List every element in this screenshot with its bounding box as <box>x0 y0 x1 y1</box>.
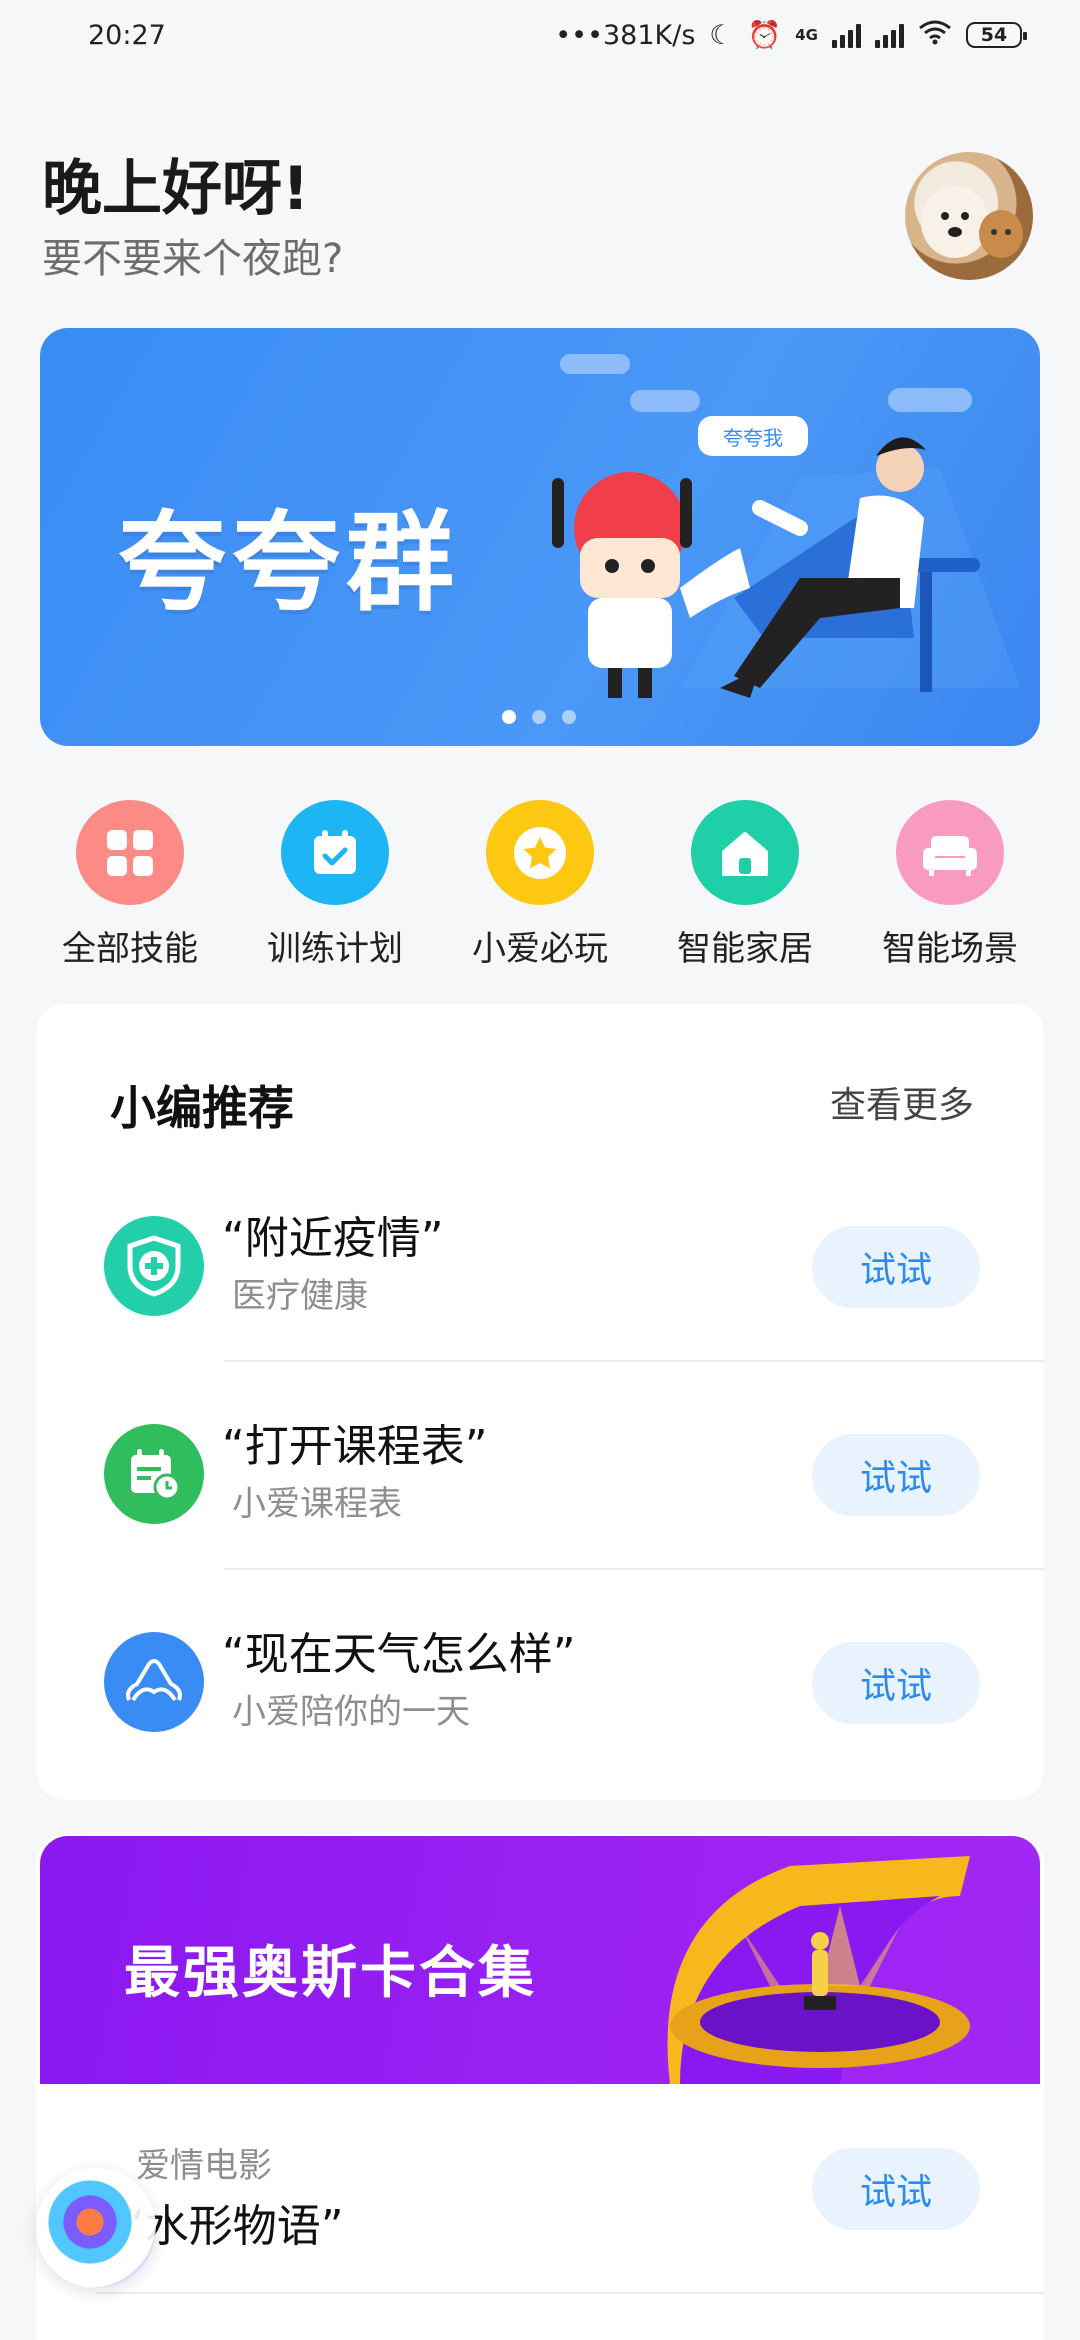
oscar-card: 最强奥斯卡合集 爱情电影 “水形物语” 试试 <box>36 1834 1044 2340</box>
wifi-icon <box>918 19 952 52</box>
recommend-item-subtitle: 医疗健康 <box>232 1276 368 1316</box>
grid-icon <box>76 800 184 905</box>
avatar[interactable] <box>905 152 1033 280</box>
status-time: 20:27 <box>88 19 166 51</box>
try-button[interactable]: 试试 <box>812 1434 980 1516</box>
quick-action-label: 全部技能 <box>62 929 198 969</box>
network-type: 4G <box>795 26 818 44</box>
see-more-link[interactable]: 查看更多 <box>830 1076 974 1128</box>
quick-action-label: 小爱必玩 <box>472 929 608 969</box>
banner-title: 夸夸群 <box>118 501 461 626</box>
oscar-trophy-stage-icon <box>667 1856 970 2084</box>
quick-actions: 全部技能 训练计划 小爱必玩 智能家居 智能场景 <box>30 800 1050 970</box>
try-button[interactable]: 试试 <box>812 1226 980 1308</box>
alarm-icon: ⏰ <box>747 20 782 51</box>
carousel-dot[interactable] <box>502 710 516 724</box>
recommend-item[interactable]: “打开课程表” 小爱课程表 试试 <box>36 1362 1044 1570</box>
recommend-item-title: “附近疫情” <box>222 1213 444 1264</box>
voice-assistant-floating-button[interactable] <box>36 2168 156 2288</box>
quick-action-label: 训练计划 <box>267 929 403 969</box>
quick-action-all-skills[interactable]: 全部技能 <box>30 800 230 970</box>
signal-2-icon <box>875 22 904 48</box>
battery-icon: 54 <box>966 22 1027 48</box>
promo-banner[interactable]: 夸夸群 夸夸我 <box>40 328 1040 746</box>
home-icon <box>691 800 799 905</box>
recommend-item-subtitle: 小爱陪你的一天 <box>232 1692 470 1732</box>
oscar-banner[interactable]: 最强奥斯卡合集 <box>40 1836 1040 2084</box>
recommend-item[interactable]: “现在天气怎么样” 小爱陪你的一天 试试 <box>36 1570 1044 1778</box>
pets-avatar-icon <box>921 186 1023 258</box>
recommend-card: 小编推荐 查看更多 “附近疫情” 医疗健康 试试 “打开课程表” 小爱课程表 试… <box>36 1004 1044 1800</box>
quick-action-training-plan[interactable]: 训练计划 <box>235 800 435 970</box>
recommend-item-title: “打开课程表” <box>222 1421 488 1472</box>
oscar-title: 最强奥斯卡合集 <box>124 1941 537 2006</box>
signal-icon <box>832 22 861 48</box>
recommend-item-title: “现在天气怎么样” <box>222 1629 576 1680</box>
weather-icon <box>104 1632 204 1732</box>
sofa-icon <box>896 800 1004 905</box>
medical-shield-icon <box>104 1216 204 1316</box>
carousel-dot[interactable] <box>562 710 576 724</box>
recommend-title: 小编推荐 <box>110 1081 294 1135</box>
quick-action-smart-home[interactable]: 智能家居 <box>645 800 845 970</box>
recommend-item[interactable]: “附近疫情” 医疗健康 试试 <box>36 1154 1044 1362</box>
try-button[interactable]: 试试 <box>812 2148 980 2230</box>
greeting-title: 晚上好呀! <box>42 154 310 224</box>
calendar-check-icon <box>281 800 389 905</box>
recommend-item-subtitle: 小爱课程表 <box>232 1484 402 1524</box>
status-icons: •••381K/s ☾ ⏰ 4G 54 <box>555 19 1027 52</box>
network-speed: •••381K/s <box>555 19 696 51</box>
status-bar: 20:27 •••381K/s ☾ ⏰ 4G 54 <box>0 0 1080 70</box>
schedule-icon <box>104 1424 204 1524</box>
do-not-disturb-icon: ☾ <box>709 19 734 51</box>
greeting-subtitle: 要不要来个夜跑? <box>42 236 344 282</box>
quick-action-label: 智能家居 <box>677 929 813 969</box>
carousel-indicator[interactable] <box>502 710 576 724</box>
quick-action-label: 智能场景 <box>882 929 1018 969</box>
divider <box>96 2292 1044 2294</box>
movie-genre: 爱情电影 <box>136 2146 272 2186</box>
star-icon <box>486 800 594 905</box>
carousel-dot[interactable] <box>532 710 546 724</box>
banner-bubble: 夸夸我 <box>698 416 808 456</box>
quick-action-must-play[interactable]: 小爱必玩 <box>440 800 640 970</box>
try-button[interactable]: 试试 <box>812 1642 980 1724</box>
quick-action-smart-scene[interactable]: 智能场景 <box>850 800 1050 970</box>
